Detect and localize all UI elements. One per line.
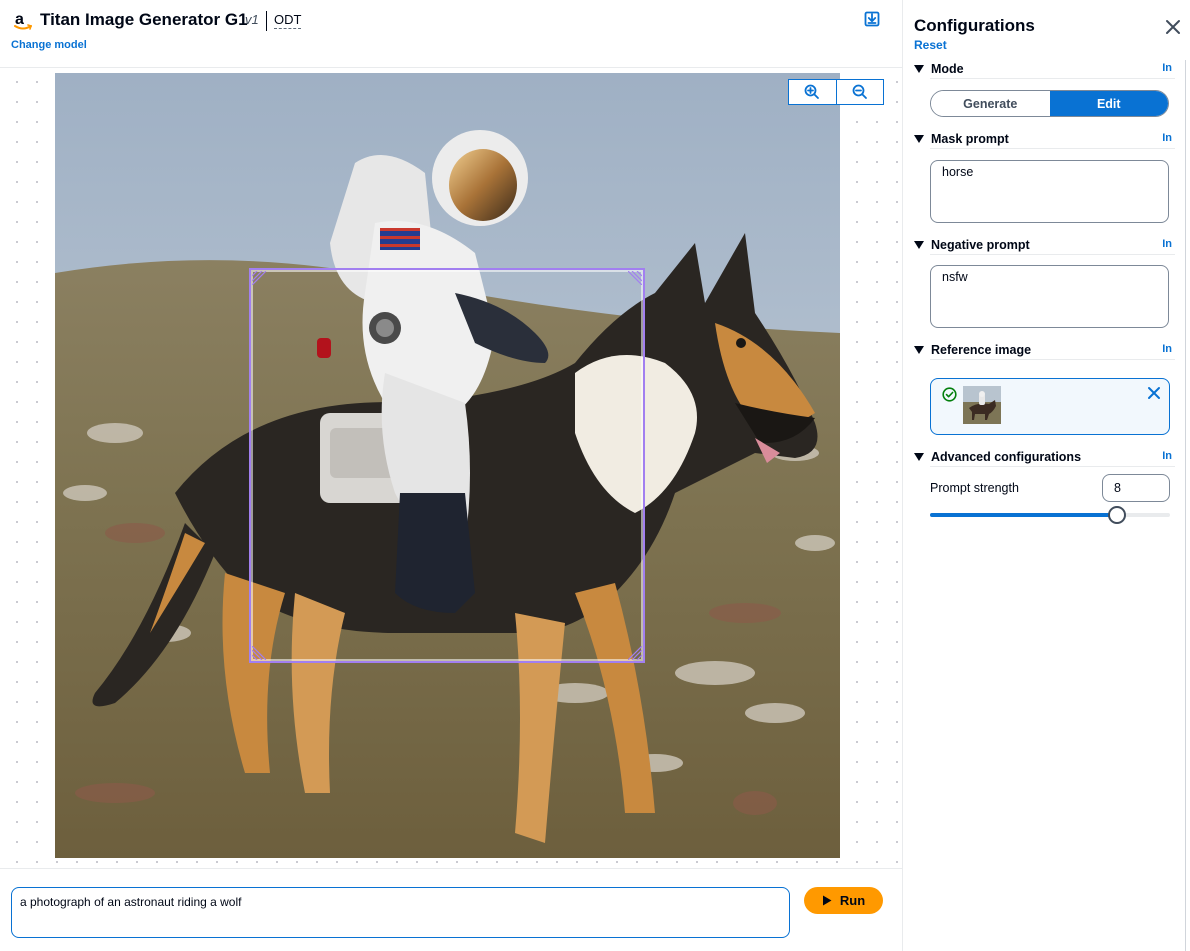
play-icon [822, 895, 832, 906]
amazon-logo-icon: a [14, 11, 33, 30]
reset-link[interactable]: Reset [914, 38, 947, 52]
check-circle-icon [942, 387, 957, 402]
prompt-strength-input[interactable] [1102, 474, 1170, 502]
prompt-bar: a photograph of an astronaut riding a wo… [0, 868, 902, 951]
zoom-out-icon [852, 84, 867, 99]
corner-handle-icon[interactable] [628, 646, 642, 660]
caret-down-icon [914, 135, 924, 143]
divider [930, 466, 1175, 467]
reference-image-thumbnail [963, 386, 1001, 424]
mode-generate-option[interactable]: Generate [931, 91, 1050, 116]
section-mode[interactable]: Mode In [914, 61, 1174, 77]
region-label[interactable]: ODT [274, 12, 302, 29]
svg-text:a: a [15, 11, 24, 28]
caret-down-icon [914, 241, 924, 249]
zoom-out-button[interactable] [835, 80, 883, 104]
slider-fill [930, 513, 1117, 517]
zoom-controls [788, 79, 884, 105]
divider [930, 78, 1175, 79]
caret-down-icon [914, 346, 924, 354]
app-window: a Titan Image Generator G1 v1 ODT Change… [0, 0, 1190, 951]
section-reference-image[interactable]: Reference image In [914, 342, 1174, 358]
slider-thumb[interactable] [1108, 506, 1126, 524]
panel-title: Configurations [914, 16, 1035, 35]
main-area: a Titan Image Generator G1 v1 ODT Change… [0, 0, 902, 951]
info-link[interactable]: In [1162, 450, 1172, 462]
mode-edit-option[interactable]: Edit [1049, 91, 1168, 116]
mask-prompt-input[interactable]: horse [930, 160, 1169, 223]
panel-scrollbar[interactable] [1185, 60, 1186, 951]
section-mask-prompt[interactable]: Mask prompt In [914, 131, 1174, 147]
mask-selection-box[interactable] [249, 268, 645, 663]
title-divider [266, 11, 267, 31]
divider [930, 359, 1175, 360]
change-model-link[interactable]: Change model [11, 39, 87, 51]
section-advanced-configurations[interactable]: Advanced configurations In [914, 449, 1174, 465]
header: a Titan Image Generator G1 v1 ODT Change… [0, 0, 902, 68]
prompt-strength-slider[interactable] [930, 506, 1170, 524]
corner-handle-icon[interactable] [252, 271, 266, 285]
info-link[interactable]: In [1162, 238, 1172, 250]
remove-icon[interactable] [1147, 386, 1161, 400]
zoom-in-icon [805, 84, 820, 99]
section-label: Negative prompt [931, 238, 1030, 252]
model-title: Titan Image Generator G1 [40, 10, 248, 29]
model-version: v1 [245, 12, 259, 27]
download-icon[interactable] [862, 9, 882, 29]
divider [930, 148, 1175, 149]
prompt-strength-label: Prompt strength [930, 481, 1019, 495]
configurations-panel: Configurations Reset Mode In Generate Ed… [902, 0, 1190, 951]
section-label: Mask prompt [931, 132, 1009, 146]
info-link[interactable]: In [1162, 343, 1172, 355]
info-link[interactable]: In [1162, 62, 1172, 74]
section-label: Advanced configurations [931, 450, 1082, 464]
mode-segmented-control: Generate Edit [930, 90, 1169, 117]
info-link[interactable]: In [1162, 132, 1172, 144]
zoom-in-button[interactable] [789, 80, 836, 104]
section-label: Mode [931, 62, 964, 76]
caret-down-icon [914, 65, 924, 73]
prompt-input[interactable]: a photograph of an astronaut riding a wo… [11, 887, 790, 938]
close-icon[interactable] [1164, 18, 1182, 36]
caret-down-icon [914, 453, 924, 461]
divider [930, 254, 1175, 255]
corner-handle-icon[interactable] [628, 271, 642, 285]
negative-prompt-input[interactable]: nsfw [930, 265, 1169, 328]
reference-image-card [930, 378, 1170, 435]
run-button-label: Run [839, 893, 866, 908]
section-negative-prompt[interactable]: Negative prompt In [914, 237, 1174, 253]
corner-handle-icon[interactable] [252, 646, 266, 660]
section-label: Reference image [931, 343, 1032, 357]
run-button[interactable]: Run [804, 887, 883, 914]
